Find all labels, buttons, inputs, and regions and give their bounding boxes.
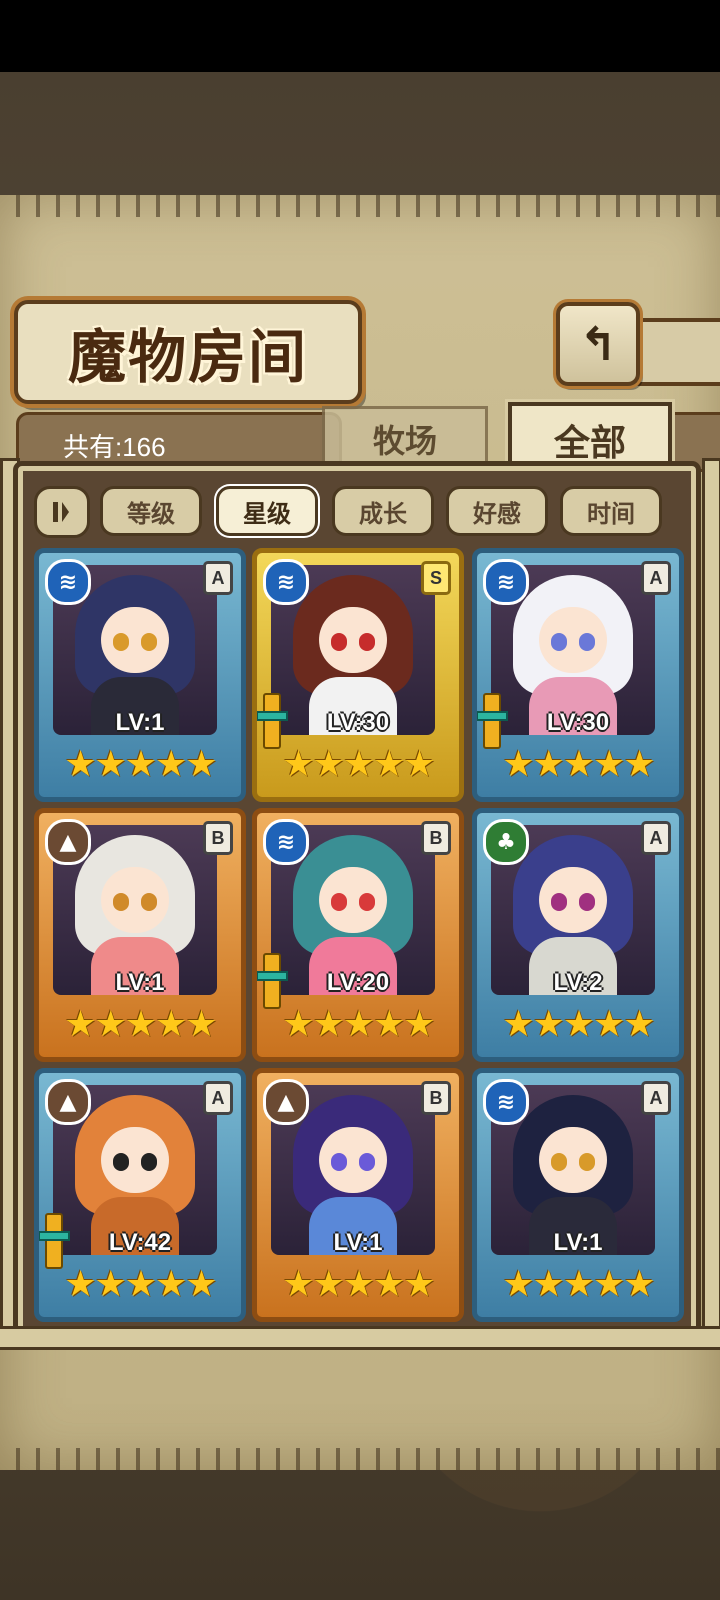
return-arrow-icon: ↰	[578, 317, 618, 371]
portrait-eye	[551, 633, 567, 651]
portrait-eye	[331, 633, 347, 651]
portrait-eye	[359, 893, 375, 911]
sort-direction-toggle[interactable]	[34, 486, 90, 538]
sort-affection-button[interactable]: 好感	[446, 486, 548, 536]
portrait-eye	[551, 1153, 567, 1171]
monster-card[interactable]: ♣ A LV:2 ★★★★★	[472, 808, 684, 1062]
rank-badge: B	[203, 821, 233, 855]
star-rating: ★★★★★	[64, 1004, 217, 1045]
portrait-eye	[141, 893, 157, 911]
monster-level: LV:30	[326, 709, 390, 736]
rank-badge: A	[641, 1081, 671, 1115]
sort-level-button[interactable]: 等级	[100, 486, 202, 536]
star-rating: ★★★★★	[282, 1264, 435, 1305]
tab-pasture[interactable]: 牧场	[322, 406, 488, 472]
sort-direction-icon	[53, 502, 69, 522]
star-rating: ★★★★★	[64, 1264, 217, 1305]
portrait-face	[319, 867, 387, 933]
portrait-face	[101, 1127, 169, 1193]
panel-bottom-frame	[0, 1326, 720, 1350]
count-bar: 共有:166	[16, 412, 342, 472]
portrait-eye	[141, 1153, 157, 1171]
water-element-icon: ≋	[263, 819, 309, 865]
sort-time-button[interactable]: 时间	[560, 486, 662, 536]
page-title: 魔物房间	[67, 323, 308, 391]
monster-card[interactable]: ≋ A LV:1 ★★★★★	[34, 548, 246, 802]
star-rating: ★★★★★	[502, 1264, 655, 1305]
monster-card[interactable]: ≋ S LV:30 ★★★★★	[252, 548, 464, 802]
star-rating: ★★★★★	[64, 744, 217, 785]
total-count: 共有:166	[63, 432, 166, 462]
rank-badge: A	[203, 1081, 233, 1115]
portrait-eye	[579, 1153, 595, 1171]
earth-element-icon: ▲	[263, 1079, 309, 1125]
star-rating: ★★★★★	[282, 1004, 435, 1045]
star-rating: ★★★★★	[502, 1004, 655, 1045]
star-rating: ★★★★★	[502, 744, 655, 785]
water-element-icon: ≋	[45, 559, 91, 605]
portrait-face	[319, 607, 387, 673]
monster-card[interactable]: ▲ A LV:42 ★★★★★	[34, 1068, 246, 1322]
water-element-icon: ≋	[483, 559, 529, 605]
rank-badge: A	[203, 561, 233, 595]
back-button[interactable]: ↰	[556, 302, 640, 386]
monster-level: LV:42	[108, 1229, 172, 1256]
portrait-eye	[331, 1153, 347, 1171]
portrait-eye	[359, 633, 375, 651]
monster-level: LV:1	[115, 969, 165, 996]
monster-level: LV:2	[553, 969, 603, 996]
monster-level: LV:20	[326, 969, 390, 996]
portrait-face	[101, 607, 169, 673]
rank-badge: B	[421, 1081, 451, 1115]
monster-level: LV:1	[553, 1229, 603, 1256]
portrait-eye	[141, 633, 157, 651]
portrait-eye	[113, 633, 129, 651]
portrait-eye	[113, 893, 129, 911]
panel-frame-right	[702, 458, 720, 1346]
rank-badge: A	[641, 821, 671, 855]
monster-card[interactable]: ▲ B LV:1 ★★★★★	[34, 808, 246, 1062]
portrait-eye	[579, 633, 595, 651]
portrait-face	[539, 1127, 607, 1193]
panel-frame-left	[0, 458, 20, 1346]
portrait-face	[101, 867, 169, 933]
portrait-eye	[359, 1153, 375, 1171]
monster-level: LV:1	[333, 1229, 383, 1256]
rank-badge: B	[421, 821, 451, 855]
portrait-face	[319, 1127, 387, 1193]
earth-element-icon: ▲	[45, 1079, 91, 1125]
sort-star-button[interactable]: 星级	[216, 486, 318, 536]
water-element-icon: ≋	[483, 1079, 529, 1125]
star-rating: ★★★★★	[282, 744, 435, 785]
portrait-eye	[579, 893, 595, 911]
status-bar	[0, 0, 720, 72]
monster-card[interactable]: ≋ A LV:30 ★★★★★	[472, 548, 684, 802]
monster-card[interactable]: ≋ B LV:20 ★★★★★	[252, 808, 464, 1062]
monster-level: LV:1	[115, 709, 165, 736]
back-button-arm	[630, 318, 720, 386]
portrait-face	[539, 607, 607, 673]
title-plate: 魔物房间	[14, 300, 362, 404]
monster-card[interactable]: ≋ A LV:1 ★★★★★	[472, 1068, 684, 1322]
portrait-eye	[331, 893, 347, 911]
rank-badge: A	[641, 561, 671, 595]
wood-element-icon: ♣	[483, 819, 529, 865]
water-element-icon: ≋	[263, 559, 309, 605]
monster-level: LV:30	[546, 709, 610, 736]
earth-element-icon: ▲	[45, 819, 91, 865]
portrait-eye	[113, 1153, 129, 1171]
portrait-eye	[551, 893, 567, 911]
monster-card[interactable]: ▲ B LV:1 ★★★★★	[252, 1068, 464, 1322]
sort-growth-button[interactable]: 成长	[332, 486, 434, 536]
portrait-face	[539, 867, 607, 933]
rank-badge: S	[421, 561, 451, 595]
